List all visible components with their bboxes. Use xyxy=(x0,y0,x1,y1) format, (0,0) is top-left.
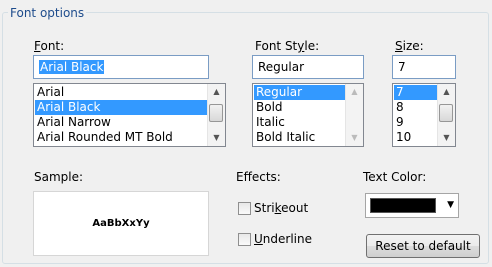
font-style-list-item[interactable]: Bold xyxy=(254,100,345,115)
font-style-label: Font Style: xyxy=(255,39,320,53)
sample-label: Sample: xyxy=(34,170,84,184)
size-listbox[interactable]: 7 8 9 10 ▲ ▼ xyxy=(392,83,456,147)
font-list-scrollbar[interactable]: ▲ ▼ xyxy=(207,84,225,146)
font-input-value: Arial Black xyxy=(39,60,105,74)
font-list-item[interactable]: Arial xyxy=(35,85,207,100)
text-color-swatch xyxy=(370,198,436,213)
size-list-item-selected[interactable]: 7 xyxy=(394,85,437,100)
size-label: Size: xyxy=(395,39,424,53)
size-list-items: 7 8 9 10 xyxy=(394,85,437,145)
font-style-listbox[interactable]: Regular Bold Italic Bold Italic ▲ ▼ xyxy=(252,83,364,147)
scroll-down-arrow-icon: ▼ xyxy=(351,133,358,142)
group-title: Font options xyxy=(8,6,87,20)
text-color-dropdown[interactable]: ▼ xyxy=(365,193,459,218)
font-style-list-items: Regular Bold Italic Bold Italic xyxy=(254,85,345,145)
size-list-item[interactable]: 9 xyxy=(394,115,437,130)
font-list-item[interactable]: Arial Narrow xyxy=(35,115,207,130)
effects-label: Effects: xyxy=(236,170,281,184)
font-input[interactable]: Arial Black xyxy=(33,55,209,79)
strikeout-checkbox[interactable] xyxy=(238,201,251,215)
font-list-item[interactable]: Arial Rounded MT Bold xyxy=(35,130,207,145)
strikeout-checkbox-row[interactable]: Strikeout xyxy=(238,201,308,215)
sample-text: AaBbXxYy xyxy=(92,218,150,229)
underline-checkbox-row[interactable]: Underline xyxy=(238,232,312,246)
underline-label: Underline xyxy=(254,232,312,246)
sample-preview: AaBbXxYy xyxy=(33,191,209,256)
font-list-items: Arial Arial Black Arial Narrow Arial Rou… xyxy=(35,85,207,145)
scroll-down-arrow-icon[interactable]: ▼ xyxy=(208,130,225,146)
scroll-down-arrow-icon[interactable]: ▼ xyxy=(438,130,455,146)
dropdown-arrow-icon: ▼ xyxy=(447,200,454,210)
font-options-panel: Font options Font: Arial Black Arial Ari… xyxy=(0,0,492,267)
scroll-up-arrow-icon[interactable]: ▲ xyxy=(208,84,225,100)
font-style-list-scrollbar: ▲ ▼ xyxy=(345,84,363,146)
size-input-value: 7 xyxy=(398,60,406,74)
scroll-thumb[interactable] xyxy=(209,104,223,122)
font-list-item-selected[interactable]: Arial Black xyxy=(35,100,207,115)
font-style-list-item[interactable]: Italic xyxy=(254,115,345,130)
scroll-thumb[interactable] xyxy=(439,104,453,122)
font-style-input[interactable]: Regular xyxy=(252,55,364,79)
size-list-item[interactable]: 10 xyxy=(394,130,437,145)
size-list-scrollbar[interactable]: ▲ ▼ xyxy=(437,84,455,146)
font-listbox[interactable]: Arial Arial Black Arial Narrow Arial Rou… xyxy=(33,83,226,147)
reset-to-default-button[interactable]: Reset to default xyxy=(366,234,480,258)
font-style-list-item-selected[interactable]: Regular xyxy=(254,85,345,100)
strikeout-label: Strikeout xyxy=(254,201,309,215)
font-style-input-value: Regular xyxy=(258,60,305,74)
text-color-label: Text Color: xyxy=(363,170,427,184)
size-list-item[interactable]: 8 xyxy=(394,100,437,115)
font-label: Font: xyxy=(34,39,65,53)
scroll-up-arrow-icon: ▲ xyxy=(351,87,358,96)
scroll-up-arrow-icon[interactable]: ▲ xyxy=(438,84,455,100)
font-style-list-item[interactable]: Bold Italic xyxy=(254,130,345,145)
size-input[interactable]: 7 xyxy=(392,55,456,79)
underline-checkbox[interactable] xyxy=(238,232,251,246)
